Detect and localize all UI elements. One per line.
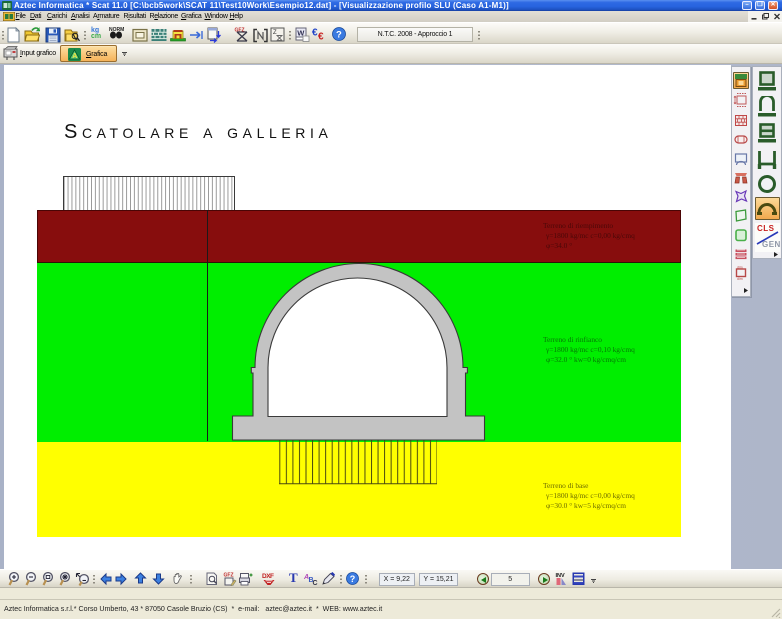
svg-text:?: ? <box>350 574 356 584</box>
svg-text:Terreno di rinfianco: Terreno di rinfianco <box>543 335 602 344</box>
svg-text:NORM: NORM <box>109 27 124 33</box>
svg-text:A: A <box>72 53 77 60</box>
svg-text:€: € <box>318 32 324 43</box>
svg-text:φ=34.0 °: φ=34.0 ° <box>546 241 572 250</box>
svg-text:Terreno di riempimento: Terreno di riempimento <box>543 221 613 230</box>
svg-text:dim: dim <box>737 277 743 281</box>
svg-text:φ=30.0 ° kw=5 kg/cmq/cm: φ=30.0 ° kw=5 kg/cmq/cm <box>546 501 626 510</box>
svg-text:γ=1800 kg/mc c=0,00 kg/cmq: γ=1800 kg/mc c=0,00 kg/cmq <box>545 231 635 240</box>
svg-text:DXF: DXF <box>262 573 274 580</box>
svg-text:φ=32.0 ° kw=0 kg/cmq/cm: φ=32.0 ° kw=0 kg/cmq/cm <box>546 355 626 364</box>
svg-text:?: ? <box>336 30 342 41</box>
svg-text:γ=1800 kg/mc c=0,10 kg/cmq: γ=1800 kg/mc c=0,10 kg/cmq <box>545 345 635 354</box>
svg-text:C: C <box>313 580 318 586</box>
svg-text:Terreno di base: Terreno di base <box>543 481 589 490</box>
svg-text:γ=1800 kg/mc c=0,00 kg/cmq: γ=1800 kg/mc c=0,00 kg/cmq <box>545 491 635 500</box>
